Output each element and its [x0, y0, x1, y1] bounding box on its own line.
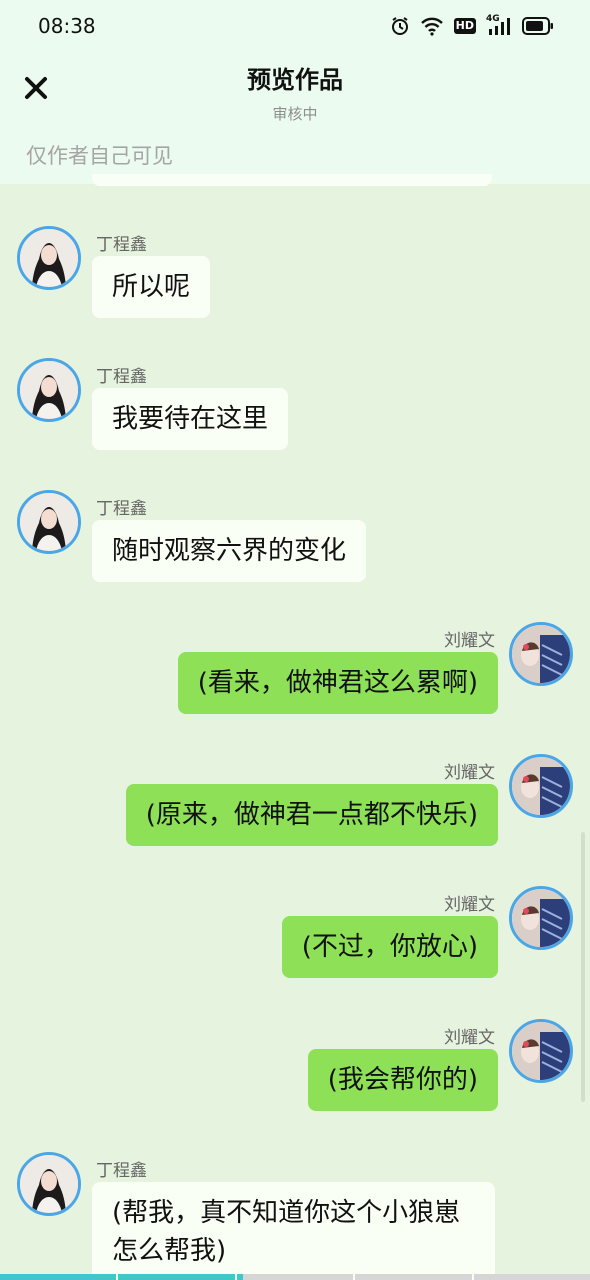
progress-segment — [355, 1274, 472, 1280]
message-bubble[interactable]: (帮我，真不知道你这个小狼崽怎么帮我) — [92, 1182, 495, 1280]
scrollbar[interactable] — [581, 832, 585, 1102]
reading-progress-bar — [0, 1274, 590, 1280]
progress-segment — [118, 1274, 235, 1280]
sender-name: 丁程鑫 — [96, 235, 147, 255]
sender-name: 刘耀文 — [444, 763, 495, 783]
sender-name: 丁程鑫 — [96, 1161, 147, 1181]
message-bubble[interactable]: 我要待在这里 — [92, 388, 289, 450]
progress-segment — [236, 1274, 354, 1280]
message-bubble[interactable]: (我会帮你的) — [307, 1049, 498, 1111]
title-block: 预览作品 审核中 — [0, 60, 590, 124]
status-bar: 08:38 HD 4G — [0, 0, 590, 52]
visibility-note: 仅作者自己可见 — [26, 144, 173, 168]
signal-4g-icon: 4G — [486, 14, 512, 36]
sender-name: 丁程鑫 — [96, 499, 147, 519]
message-bubble[interactable]: 所以呢 — [92, 256, 211, 318]
wifi-icon — [420, 16, 444, 36]
progress-segment — [473, 1274, 590, 1280]
avatar[interactable] — [509, 622, 573, 686]
avatar[interactable] — [509, 1019, 573, 1083]
sender-name: 丁程鑫 — [96, 367, 147, 387]
header: 08:38 HD 4G 预览作品 审核中 仅作者自己可见 — [0, 0, 590, 184]
progress-segment — [0, 1274, 117, 1280]
alarm-icon — [390, 16, 410, 36]
hd-icon: HD — [453, 18, 476, 34]
avatar[interactable] — [509, 886, 573, 950]
previous-message-bubble — [92, 174, 492, 186]
avatar[interactable] — [17, 358, 81, 422]
battery-icon — [522, 17, 554, 35]
message-bubble[interactable]: (原来，做神君一点都不快乐) — [125, 784, 498, 846]
avatar[interactable] — [17, 490, 81, 554]
sender-name: 刘耀文 — [444, 631, 495, 651]
sender-name: 刘耀文 — [444, 895, 495, 915]
avatar[interactable] — [509, 754, 573, 818]
avatar[interactable] — [17, 1152, 81, 1216]
message-bubble[interactable]: (看来，做神君这么累啊) — [177, 652, 498, 714]
sender-name: 刘耀文 — [444, 1028, 495, 1048]
avatar[interactable] — [17, 226, 81, 290]
review-status: 审核中 — [272, 105, 318, 123]
message-bubble[interactable]: (不过，你放心) — [281, 916, 498, 978]
status-icons: HD 4G — [390, 14, 554, 36]
page-title: 预览作品 — [247, 66, 343, 94]
status-time: 08:38 — [38, 14, 96, 38]
message-bubble[interactable]: 随时观察六界的变化 — [92, 520, 367, 582]
